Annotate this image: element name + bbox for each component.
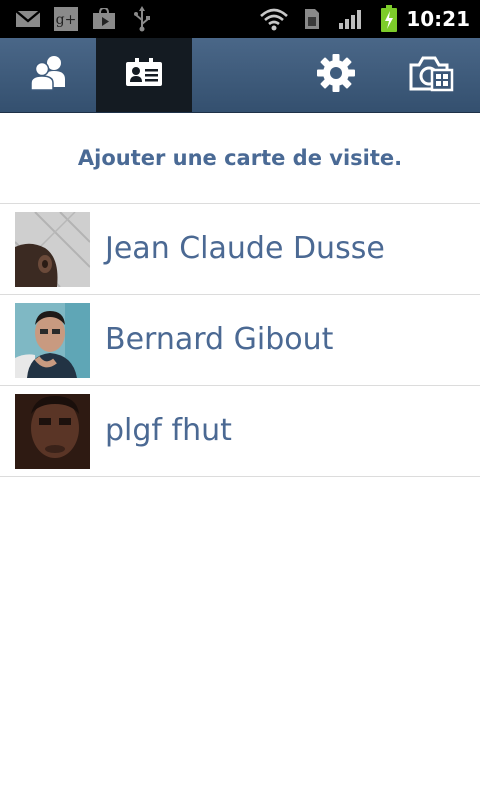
contacts-tab[interactable] [0, 38, 96, 112]
avatar [15, 212, 90, 287]
clock: 10:21 [406, 7, 470, 31]
google-plus-icon: g+ [53, 0, 79, 38]
gmail-icon [14, 0, 42, 38]
status-bar: g+ 10:21 [0, 0, 480, 38]
battery-charging-icon [378, 0, 400, 38]
gear-icon [316, 53, 356, 97]
contact-list: Jean Claude Dusse Bernard Gibout plgf fh… [0, 204, 480, 477]
play-store-icon [91, 0, 117, 38]
scan-card-button[interactable] [392, 38, 472, 112]
business-card-icon [125, 58, 163, 92]
avatar [15, 303, 90, 378]
business-cards-tab[interactable] [96, 38, 192, 112]
action-bar [0, 38, 480, 113]
signal-icon [337, 0, 365, 38]
camera-icon [409, 53, 455, 97]
contacts-icon [28, 53, 68, 97]
list-item[interactable]: plgf fhut [0, 386, 480, 477]
list-item[interactable]: Bernard Gibout [0, 295, 480, 386]
usb-icon [131, 0, 153, 38]
add-card-button[interactable]: Ajouter une carte de visite. [0, 113, 480, 204]
sim-icon [302, 0, 322, 38]
settings-button[interactable] [296, 38, 376, 112]
contact-name: plgf fhut [105, 413, 232, 448]
contact-name: Jean Claude Dusse [105, 231, 385, 266]
svg-text:g+: g+ [56, 12, 77, 28]
list-item[interactable]: Jean Claude Dusse [0, 204, 480, 295]
contact-name: Bernard Gibout [105, 322, 334, 357]
wifi-icon [259, 0, 289, 38]
avatar [15, 394, 90, 469]
